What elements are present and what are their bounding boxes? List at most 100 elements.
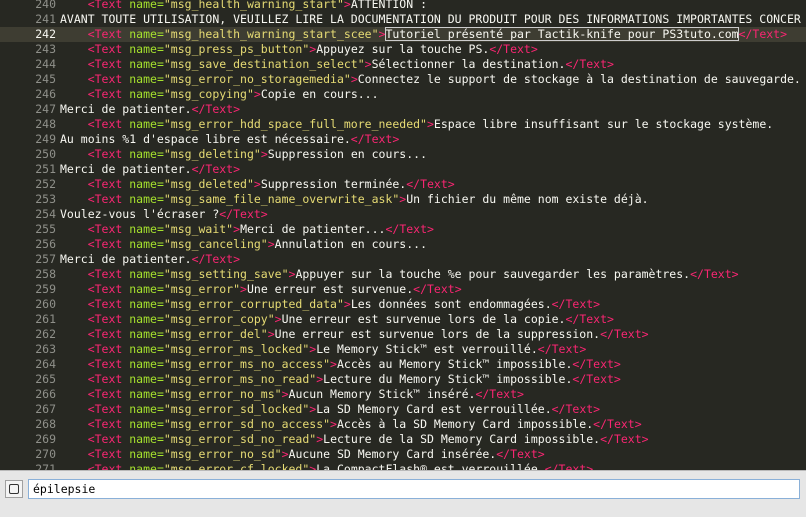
token-tag: >: [253, 87, 261, 101]
code-line[interactable]: 264 <Text name="msg_error_ms_no_access">…: [0, 357, 806, 372]
code-line[interactable]: 244 <Text name="msg_save_destination_sel…: [0, 57, 806, 72]
code-line[interactable]: 252 <Text name="msg_deleted">Suppression…: [0, 177, 806, 192]
token-attr: name=: [129, 462, 164, 470]
code-line[interactable]: 266 <Text name="msg_error_no_ms">Aucun M…: [0, 387, 806, 402]
code-line[interactable]: 262 <Text name="msg_error_del">Une erreu…: [0, 327, 806, 342]
code-line[interactable]: 267 <Text name="msg_error_sd_locked">La …: [0, 402, 806, 417]
code-line[interactable]: 243 <Text name="msg_press_ps_button">App…: [0, 42, 806, 57]
code-line[interactable]: 258 <Text name="msg_setting_save">Appuye…: [0, 267, 806, 282]
token-txt: Appuyez sur la touche PS.: [316, 42, 490, 56]
code-line[interactable]: 253 <Text name="msg_same_file_name_overw…: [0, 192, 806, 207]
token-txt: Voulez-vous l'écraser ?: [60, 207, 220, 221]
line-number: 266: [35, 387, 56, 401]
token-tag: <Text: [87, 387, 130, 401]
code-line[interactable]: 245 <Text name="msg_error_no_storagemedi…: [0, 72, 806, 87]
token-txt: Sélectionner la destination.: [371, 57, 566, 71]
token-attr: name=: [129, 192, 164, 206]
code-editor[interactable]: 240 <Text name="msg_health_warning_start…: [0, 0, 806, 470]
token-str: "msg_wait": [163, 222, 234, 236]
token-tag: </Text>: [738, 27, 788, 41]
code-line[interactable]: 254 Voulez-vous l'écraser ?</Text>: [0, 207, 806, 222]
code-line[interactable]: 256 <Text name="msg_canceling">Annulatio…: [0, 237, 806, 252]
line-number: 244: [35, 57, 56, 71]
code-line[interactable]: 247 Merci de patienter.</Text>: [0, 102, 806, 117]
code-line[interactable]: 249 Au moins %1 d'espace libre est nécess…: [0, 132, 806, 147]
code-line[interactable]: 251 Merci de patienter.</Text>: [0, 162, 806, 177]
token-str: "msg_error_sd_no_access": [163, 417, 331, 431]
code-text: <Text name="msg_save_destination_select"…: [60, 57, 614, 72]
token-str: "msg_same_file_name_overwrite_ask": [163, 192, 400, 206]
code-line[interactable]: 259 <Text name="msg_error">Une erreur es…: [0, 282, 806, 297]
code-text: <Text name="msg_setting_save">Appuyer su…: [60, 267, 739, 282]
token-str: "msg_error_sd_locked": [163, 402, 310, 416]
token-tag: >: [260, 147, 268, 161]
token-tag: <Text: [87, 27, 130, 41]
token-tag: <Text: [87, 327, 130, 341]
token-tag: </Text>: [600, 432, 649, 446]
token-attr: name=: [129, 42, 164, 56]
token-txt: Appuyer sur la touche %e pour sauvegarde…: [295, 267, 691, 281]
token-txt: Les données sont endommagées.: [350, 297, 552, 311]
code-line[interactable]: 265 <Text name="msg_error_ms_no_read">Le…: [0, 372, 806, 387]
token-tag: <Text: [87, 72, 130, 86]
code-line[interactable]: 263 <Text name="msg_error_ms_locked">Le …: [0, 342, 806, 357]
token-attr: name=: [129, 312, 164, 326]
token-tag: >: [281, 387, 289, 401]
token-attr: name=: [129, 0, 164, 11]
code-line[interactable]: 260 <Text name="msg_error_corrupted_data…: [0, 297, 806, 312]
token-tag: <Text: [87, 177, 130, 191]
token-attr: name=: [129, 417, 164, 431]
token-str: "msg_copying": [163, 87, 254, 101]
code-line[interactable]: 269 <Text name="msg_error_sd_no_read">Le…: [0, 432, 806, 447]
token-tag: </Text>: [565, 57, 614, 71]
code-line[interactable]: 255 <Text name="msg_wait">Merci de patie…: [0, 222, 806, 237]
token-str: "msg_canceling": [163, 237, 268, 251]
line-number: 260: [35, 297, 56, 311]
token-tag: </Text>: [565, 312, 614, 326]
code-line[interactable]: 268 <Text name="msg_error_sd_no_access">…: [0, 417, 806, 432]
token-tag: </Text>: [489, 42, 538, 56]
line-number: 257: [35, 252, 56, 266]
code-line[interactable]: 257 Merci de patienter.</Text>: [0, 252, 806, 267]
token-str: "msg_error_cf_locked": [163, 462, 310, 470]
code-text: <Text name="msg_error_sd_locked">La SD M…: [60, 402, 600, 417]
code-line[interactable]: 270 <Text name="msg_error_no_sd">Aucune …: [0, 447, 806, 462]
token-tag: >: [267, 327, 275, 341]
token-txt: Lecture du Memory Stick™ impossible.: [323, 372, 573, 386]
code-line[interactable]: 248 <Text name="msg_error_hdd_space_full…: [0, 117, 806, 132]
token-tag: </Text>: [572, 357, 621, 371]
token-attr: name=: [129, 57, 164, 71]
token-tag: >: [364, 57, 372, 71]
code-line[interactable]: 246 <Text name="msg_copying">Copie en co…: [0, 87, 806, 102]
token-attr: name=: [129, 222, 164, 236]
find-option-toggle[interactable]: [5, 480, 23, 498]
code-line[interactable]: 241 AVANT TOUTE UTILISATION, VEUILLEZ LIR…: [0, 12, 806, 27]
code-line[interactable]: 271 <Text name="msg_error_cf_locked">La …: [0, 462, 806, 470]
token-tag: </Text>: [191, 252, 241, 266]
line-number: 255: [35, 222, 56, 236]
code-line[interactable]: 242 <Text name="msg_health_warning_start…: [0, 27, 806, 42]
token-tag: </Text>: [219, 207, 268, 221]
token-tag: >: [330, 417, 337, 431]
find-input[interactable]: [28, 479, 800, 499]
token-tag: </Text>: [496, 447, 545, 461]
code-line[interactable]: 240 <Text name="msg_health_warning_start…: [0, 0, 806, 12]
code-line[interactable]: 250 <Text name="msg_deleting">Suppressio…: [0, 147, 806, 162]
line-number: 253: [35, 192, 56, 206]
token-tag: <Text: [87, 0, 130, 11]
token-tag: </Text>: [385, 222, 434, 236]
code-line[interactable]: 261 <Text name="msg_error_copy">Une erre…: [0, 312, 806, 327]
token-attr: name=: [129, 27, 164, 41]
token-str: "msg_error_ms_no_access": [163, 357, 331, 371]
code-text: <Text name="msg_deleting">Suppression en…: [60, 147, 427, 162]
token-str: "msg_setting_save": [163, 267, 289, 281]
code-text: <Text name="msg_error_corrupted_data">Le…: [60, 297, 600, 312]
find-bar: [0, 470, 806, 517]
token-txt: Copie en cours...: [260, 87, 379, 101]
